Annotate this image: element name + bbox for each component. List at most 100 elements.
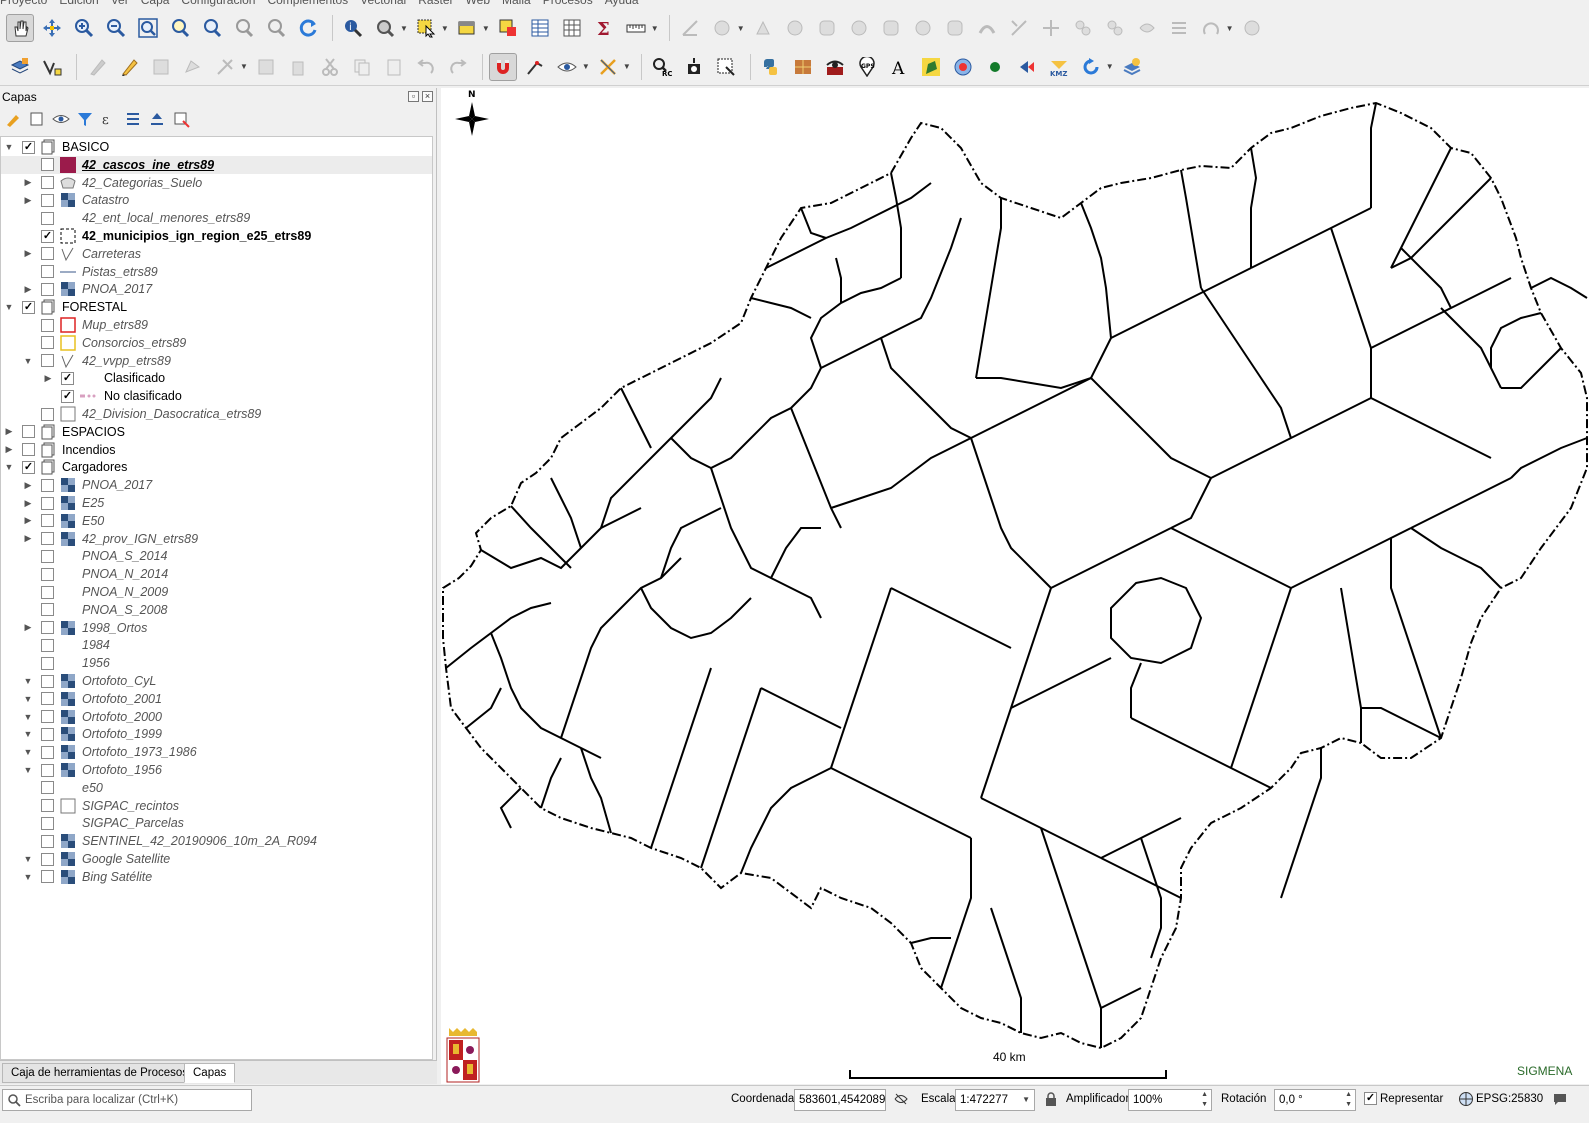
layer-visibility-checkbox[interactable] [41,567,54,581]
layer-visibility-checkbox[interactable] [41,158,54,172]
gps-icon[interactable]: GPS [853,53,881,81]
layer-tree-item[interactable]: ▼ Bing Satélite [1,868,432,886]
deselect-icon[interactable] [494,14,522,42]
zoom-full-icon[interactable] [134,14,162,42]
intersection-tool-icon[interactable] [594,53,622,81]
current-edits-icon[interactable] [83,53,111,81]
menu-item[interactable]: Procesos [543,0,593,7]
reference-catastral-search-icon[interactable]: RC [648,53,676,81]
layer-visibility-checkbox[interactable] [41,585,54,599]
expand-arrow-icon[interactable]: ▶ [23,622,33,633]
expand-arrow-icon[interactable]: ▶ [23,515,33,526]
layer-tree-item[interactable]: SIGPAC_Parcelas [1,814,432,832]
expand-arrow-icon[interactable]: ▶ [23,284,33,295]
advanced-digitize-icon[interactable] [749,14,777,42]
close-panel-icon[interactable]: × [422,91,433,102]
chevron-down-icon[interactable]: ▼ [623,62,631,71]
layer-visibility-checkbox[interactable] [41,603,54,617]
advanced-digitize-icon[interactable] [1133,14,1161,42]
collapse-arrow-icon[interactable]: ▼ [23,676,33,686]
expand-arrow-icon[interactable]: ▶ [23,498,33,509]
chevron-down-icon[interactable]: ▼ [1106,62,1114,71]
layer-visibility-checkbox[interactable] [41,745,54,759]
menu-item[interactable]: Ver [111,0,129,7]
collapse-arrow-icon[interactable]: ▼ [23,694,33,704]
collapse-arrow-icon[interactable]: ▼ [23,356,33,366]
advanced-digitize-icon[interactable] [1197,14,1225,42]
layer-tree-item[interactable]: PNOA_N_2014 [1,565,432,583]
select-features-icon[interactable] [412,14,440,42]
layer-tree-item[interactable]: SENTINEL_42_20190906_10m_2A_R094 [1,832,432,850]
zoom-last-icon[interactable] [262,14,290,42]
layer-visibility-checkbox[interactable] [22,425,35,439]
plugin-hand-icon[interactable] [917,53,945,81]
layer-tree-item[interactable]: Consorcios_etrs89 [1,334,432,352]
layer-tree-item[interactable]: ▶ E25 [1,494,432,512]
layer-visibility-checkbox[interactable] [41,763,54,777]
layer-visibility-checkbox[interactable]: ✓ [22,460,35,474]
layer-tree-item[interactable]: ✓ 42_municipios_ign_region_e25_etrs89 [1,227,432,245]
delete-selected-icon[interactable] [284,53,312,81]
layer-visibility-checkbox[interactable] [41,265,54,279]
layer-visibility-checkbox[interactable] [22,443,35,457]
layer-tree-item[interactable]: PNOA_S_2008 [1,601,432,619]
advanced-digitize-icon[interactable] [845,14,873,42]
layer-visibility-checkbox[interactable] [41,656,54,670]
layer-visibility-checkbox[interactable] [41,799,54,813]
layer-visibility-checkbox[interactable]: ✓ [61,371,74,385]
layer-tree-item[interactable]: 1984 [1,636,432,654]
manage-visibility-eye-icon[interactable] [52,110,70,128]
menu-item[interactable]: Capa [141,0,170,7]
layer-visibility-checkbox[interactable] [41,621,54,635]
chevron-down-icon[interactable]: ▼ [240,62,248,71]
layer-visibility-checkbox[interactable] [41,781,54,795]
filter-expression-icon[interactable]: ε [100,110,118,128]
layer-visibility-checkbox[interactable] [41,710,54,724]
cut-scissors-icon[interactable] [316,53,344,81]
scale-combobox[interactable]: 1:472277 ▼ [955,1089,1035,1111]
layer-visibility-checkbox[interactable] [41,727,54,741]
run-feature-action-icon[interactable] [371,14,399,42]
advanced-digitize-icon[interactable] [781,14,809,42]
layer-tree-item[interactable]: ✓ No clasificado [1,387,432,405]
layer-tree-item[interactable]: PNOA_N_2009 [1,583,432,601]
rotation-spinbox[interactable]: 0,0 ° ▲ ▼ [1274,1089,1356,1111]
layer-visibility-checkbox[interactable] [41,193,54,207]
expand-arrow-icon[interactable]: ▶ [23,480,33,491]
add-layer-icon[interactable] [6,53,34,81]
layer-tree-item[interactable]: SIGPAC_recintos [1,797,432,815]
messages-icon[interactable] [1552,1091,1568,1107]
layer-visibility-checkbox[interactable] [41,674,54,688]
layer-tree-item[interactable]: ▶ E50 [1,512,432,530]
layer-tree-item[interactable]: ▶ 42_Categorias_Suelo [1,174,432,192]
zoom-to-layer-icon[interactable] [198,14,226,42]
layer-visibility-checkbox[interactable] [41,638,54,652]
collapse-arrow-icon[interactable]: ▼ [23,729,33,739]
advanced-digitize-icon[interactable] [1037,14,1065,42]
advanced-digitize-icon[interactable] [1165,14,1193,42]
layer-tree-item[interactable]: ▶ PNOA_2017 [1,280,432,298]
layer-tree-item[interactable]: 42_cascos_ine_etrs89 [1,155,432,174]
layer-visibility-checkbox[interactable]: ✓ [61,389,74,403]
tab-processing-toolbox[interactable]: Caja de herramientas de Procesos [2,1063,198,1083]
layer-visibility-checkbox[interactable] [41,211,54,225]
layer-visibility-checkbox[interactable]: ✓ [41,229,54,243]
layer-tree-item[interactable]: ▶ 1998_Ortos [1,619,432,637]
layer-visibility-checkbox[interactable] [41,532,54,546]
menu-item[interactable]: Edición [59,0,98,7]
layer-visibility-checkbox[interactable] [41,816,54,830]
chevron-down-icon[interactable]: ▼ [441,24,449,33]
collapse-arrow-icon[interactable]: ▼ [4,302,14,312]
float-panel-icon[interactable]: ▫ [408,91,419,102]
expand-arrow-icon[interactable]: ▶ [23,177,33,188]
chevron-down-icon[interactable]: ▼ [400,24,408,33]
menu-item[interactable]: Malla [502,0,531,7]
advanced-digitize-icon[interactable] [1238,14,1266,42]
expand-arrow-icon[interactable]: ▶ [43,373,53,384]
view-eye-icon[interactable] [553,53,581,81]
zoom-out-icon[interactable] [102,14,130,42]
layer-tree-item[interactable]: ▼ Ortofoto_CyL [1,672,432,690]
advanced-digitize-icon[interactable] [1069,14,1097,42]
field-calculator-icon[interactable] [558,14,586,42]
layer-visibility-checkbox[interactable] [41,496,54,510]
